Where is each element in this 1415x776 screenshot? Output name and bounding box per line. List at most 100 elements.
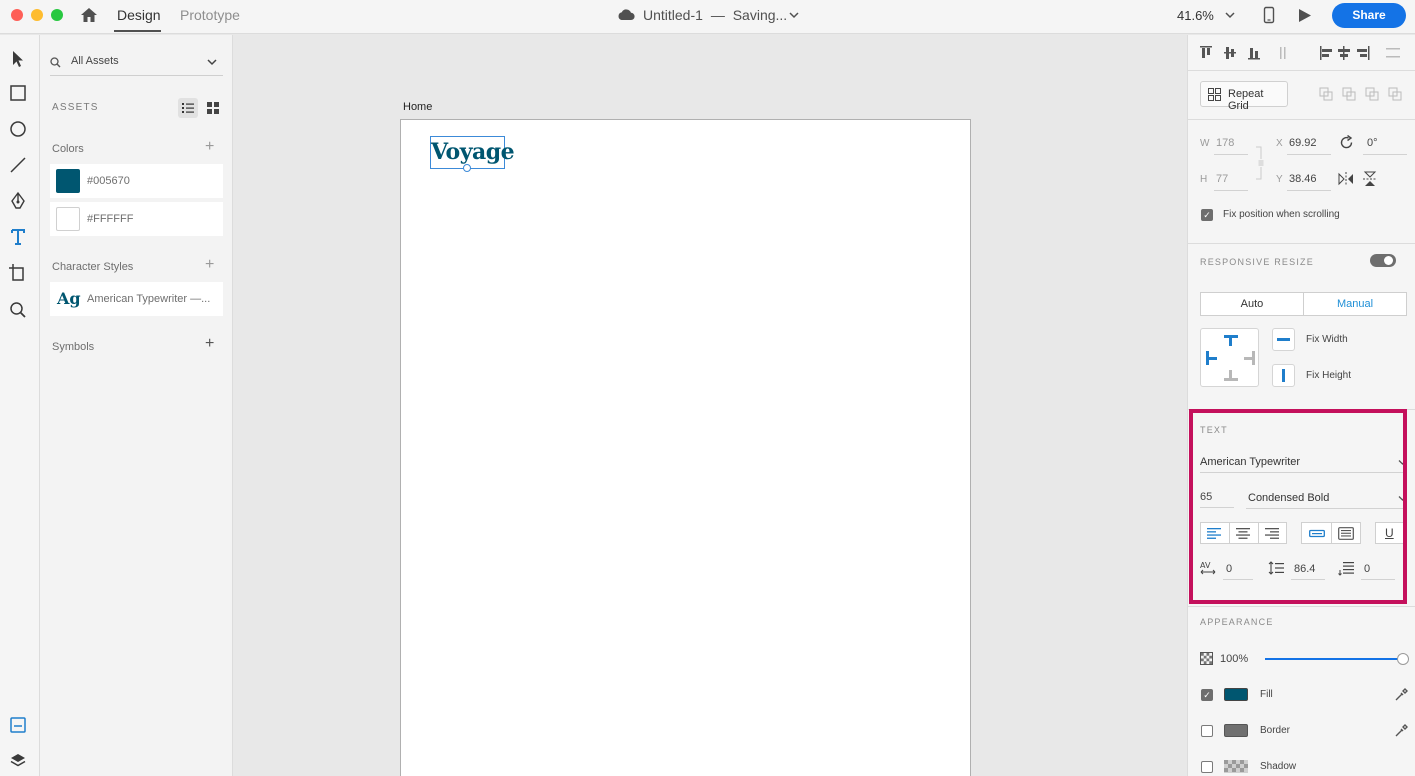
- list-view-button[interactable]: [178, 98, 198, 118]
- fix-height-button[interactable]: [1272, 364, 1295, 387]
- layers-panel-icon[interactable]: [8, 751, 28, 771]
- title-separator: —: [710, 7, 725, 23]
- add-color-icon[interactable]: +: [205, 138, 214, 156]
- assets-filter-label: All Assets: [71, 55, 119, 67]
- tab-prototype[interactable]: Prototype: [180, 7, 240, 23]
- fix-height-icon: [1282, 369, 1285, 382]
- color-hex-label: #005670: [87, 175, 130, 187]
- width-label: W: [1200, 138, 1210, 149]
- play-icon[interactable]: [1298, 8, 1312, 23]
- pin-right-stem: [1244, 357, 1255, 360]
- responsive-resize-toggle[interactable]: [1370, 254, 1396, 267]
- field-underline: [1363, 154, 1407, 155]
- character-styles-heading: Character Styles: [52, 261, 134, 273]
- rectangle-tool-icon[interactable]: [8, 83, 28, 103]
- document-title[interactable]: Untitled-1 — Saving...: [643, 7, 787, 23]
- share-button[interactable]: Share: [1332, 3, 1406, 28]
- border-label: Border: [1260, 725, 1291, 736]
- color-asset-row[interactable]: #FFFFFF: [50, 202, 223, 236]
- resize-manual-button[interactable]: Manual: [1303, 292, 1407, 316]
- toggle-knob: [1384, 256, 1393, 265]
- align-toolbar-icons[interactable]: [1200, 45, 1410, 61]
- repeat-grid-label: Repeat Grid: [1228, 88, 1264, 112]
- pin-left-stem: [1206, 357, 1217, 360]
- resize-auto-button[interactable]: Auto: [1200, 292, 1304, 316]
- artboard-title[interactable]: Home: [403, 101, 432, 113]
- home-icon[interactable]: [80, 6, 98, 24]
- shadow-checkbox[interactable]: [1201, 761, 1213, 773]
- active-tab-indicator: [114, 30, 161, 32]
- height-label: H: [1200, 174, 1208, 185]
- grid-view-icon[interactable]: [207, 102, 219, 114]
- boolean-ops-icons[interactable]: [1318, 86, 1406, 102]
- add-symbol-icon[interactable]: +: [205, 335, 214, 353]
- flip-vertical-icon[interactable]: [1363, 171, 1377, 187]
- shadow-label: Shadow: [1260, 761, 1297, 772]
- highlight-annotation: [1189, 409, 1407, 604]
- tab-design[interactable]: Design: [117, 7, 161, 23]
- border-color-swatch[interactable]: [1224, 724, 1248, 737]
- character-style-label: American Typewriter —...: [87, 293, 211, 305]
- y-position-field[interactable]: 38.46: [1289, 173, 1317, 185]
- chevron-down-icon[interactable]: [789, 11, 799, 19]
- height-field[interactable]: 77: [1216, 173, 1228, 185]
- rotation-field[interactable]: 0°: [1367, 137, 1378, 149]
- chevron-down-icon: [207, 59, 217, 66]
- fill-checkbox[interactable]: ✓: [1201, 689, 1213, 701]
- zoom-tool-icon[interactable]: [8, 300, 28, 320]
- border-checkbox[interactable]: [1201, 725, 1213, 737]
- color-swatch: [56, 207, 80, 231]
- line-tool-icon[interactable]: [8, 155, 28, 175]
- tool-bar: [0, 35, 40, 776]
- repeat-grid-button[interactable]: Repeat Grid: [1200, 81, 1288, 112]
- select-tool-icon[interactable]: [8, 49, 28, 69]
- fill-color-swatch[interactable]: [1224, 688, 1248, 701]
- zoom-chevron-icon[interactable]: [1225, 11, 1235, 19]
- eyedropper-icon[interactable]: [1394, 724, 1408, 738]
- symbols-heading: Symbols: [52, 341, 95, 353]
- divider: [1188, 70, 1415, 71]
- fix-width-button[interactable]: [1272, 328, 1295, 351]
- pin-top-stem: [1229, 335, 1232, 346]
- fill-label: Fill: [1260, 689, 1273, 700]
- shadow-swatch[interactable]: [1224, 760, 1248, 773]
- add-character-style-icon[interactable]: +: [205, 256, 214, 274]
- minimize-window-button[interactable]: [31, 9, 43, 21]
- artboard-tool-icon[interactable]: [8, 263, 28, 283]
- character-style-row[interactable]: Ag American Typewriter —...: [50, 282, 223, 316]
- flip-horizontal-icon[interactable]: [1338, 172, 1354, 186]
- fix-width-label: Fix Width: [1306, 334, 1348, 345]
- character-style-preview: Ag: [57, 289, 81, 308]
- color-hex-label: #FFFFFF: [87, 213, 134, 225]
- device-preview-icon[interactable]: [1263, 6, 1275, 24]
- ellipse-tool-icon[interactable]: [8, 119, 28, 139]
- pen-tool-icon[interactable]: [8, 191, 28, 211]
- search-icon: [50, 57, 61, 68]
- field-underline: [1214, 154, 1248, 155]
- opacity-field[interactable]: 100%: [1220, 653, 1248, 665]
- constraints-widget[interactable]: [1200, 328, 1259, 387]
- opacity-slider-track[interactable]: [1265, 658, 1403, 660]
- artboard-home[interactable]: [400, 119, 971, 776]
- eyedropper-icon[interactable]: [1394, 688, 1408, 702]
- text-tool-icon[interactable]: [8, 227, 28, 247]
- assets-filter-dropdown[interactable]: All Assets: [50, 50, 223, 76]
- fix-width-icon: [1277, 338, 1290, 341]
- close-window-button[interactable]: [11, 9, 23, 21]
- save-status: Saving...: [732, 7, 788, 23]
- zoom-level[interactable]: 41.6%: [1177, 8, 1214, 23]
- resize-auto-label: Auto: [1240, 298, 1264, 310]
- x-position-field[interactable]: 69.92: [1289, 137, 1317, 149]
- width-field[interactable]: 178: [1216, 137, 1234, 149]
- opacity-slider-handle[interactable]: [1397, 653, 1409, 665]
- assets-panel-icon[interactable]: [8, 715, 28, 735]
- resize-handle[interactable]: [463, 164, 471, 172]
- field-underline: [1287, 154, 1331, 155]
- field-underline: [1214, 190, 1248, 191]
- color-swatch: [56, 169, 80, 193]
- lock-proportions-icon[interactable]: [1255, 145, 1265, 181]
- maximize-window-button[interactable]: [51, 9, 63, 21]
- fix-position-checkbox[interactable]: ✓: [1201, 209, 1213, 221]
- opacity-icon: [1200, 652, 1213, 665]
- color-asset-row[interactable]: #005670: [50, 164, 223, 198]
